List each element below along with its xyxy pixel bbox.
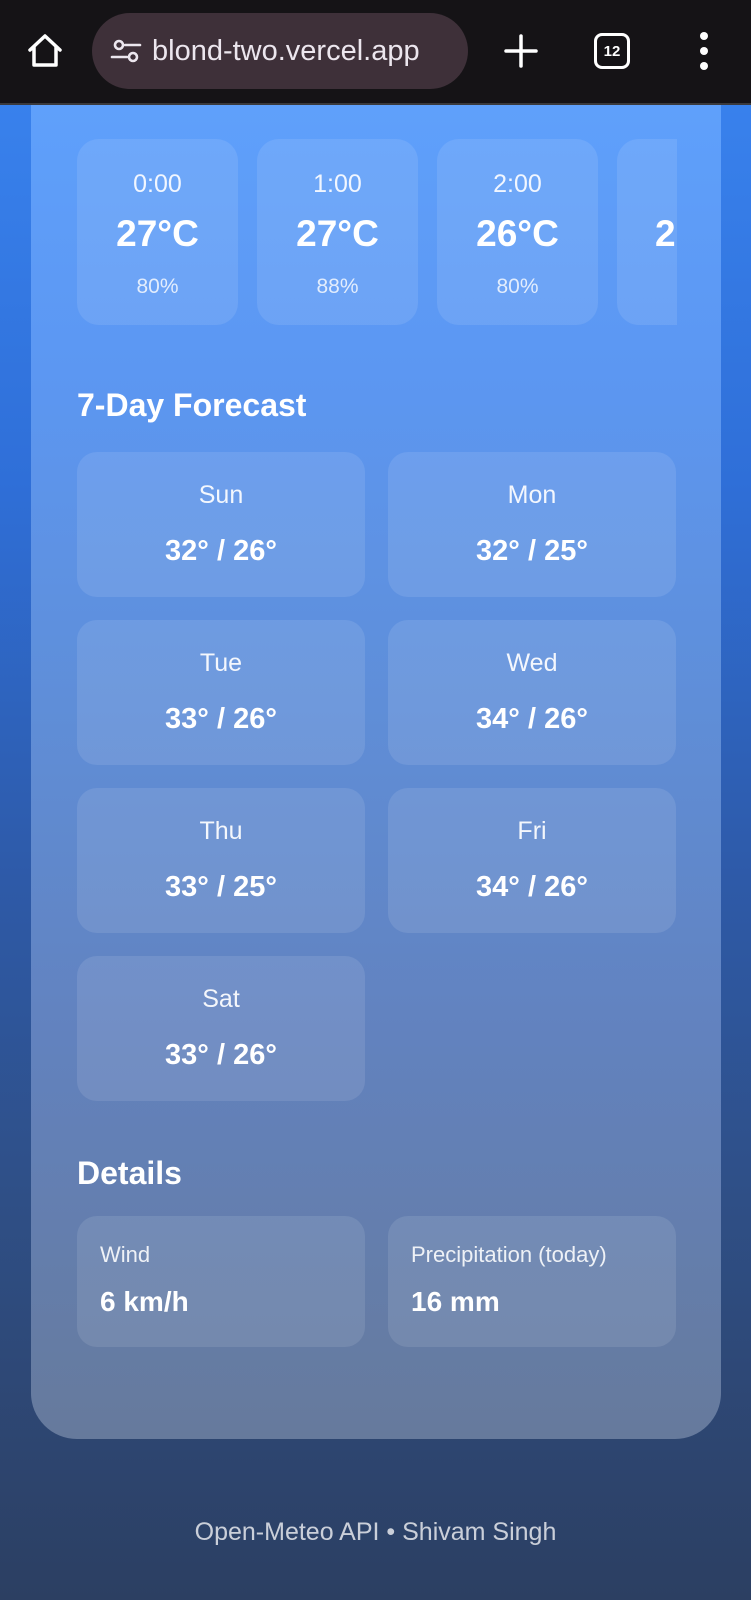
hourly-forecast-strip[interactable]: 0:00 27°C 80% 1:00 27°C 88% 2:00 26°C 80… [77, 139, 677, 325]
hour-temp: 27°C [296, 213, 379, 254]
day-card: Tue 33° / 26° [77, 620, 365, 765]
day-card: Fri 34° / 26° [388, 788, 676, 933]
wind-value: 6 km/h [100, 1286, 189, 1317]
day-temps: 34° / 26° [476, 871, 588, 903]
day-card: Thu 33° / 25° [77, 788, 365, 933]
forecast-title: 7-Day Forecast [77, 387, 307, 423]
day-name: Thu [199, 817, 243, 845]
browser-toolbar: blond-two.vercel.app 12 [0, 0, 751, 105]
day-card: Wed 34° / 26° [388, 620, 676, 765]
day-temps: 34° / 26° [476, 703, 588, 735]
day-temps: 33° / 26° [165, 1039, 277, 1071]
hour-temp: 27°C [116, 213, 199, 254]
day-card: Sat 33° / 26° [77, 956, 365, 1101]
hour-time: 2:00 [493, 170, 542, 198]
hour-card: 0:00 27°C 80% [77, 139, 238, 325]
wind-card: Wind 6 km/h [77, 1216, 365, 1347]
hour-time: 1:00 [313, 170, 362, 198]
new-tab-button[interactable] [496, 26, 546, 76]
day-name: Mon [507, 481, 557, 509]
more-vert-icon[interactable] [688, 28, 720, 74]
day-temps: 32° / 26° [165, 535, 277, 567]
hour-time: 0:00 [133, 170, 182, 198]
precipitation-value: 16 mm [411, 1286, 500, 1317]
hour-card: 2 [617, 139, 677, 325]
day-temps: 33° / 26° [165, 703, 277, 735]
weather-card: 0:00 27°C 80% 1:00 27°C 88% 2:00 26°C 80… [31, 105, 721, 1439]
wind-label: Wind [100, 1242, 151, 1267]
hour-humidity: 88% [316, 275, 359, 298]
hour-temp: 26°C [476, 213, 559, 254]
tab-count: 12 [603, 42, 621, 60]
day-name: Sat [202, 985, 240, 1013]
day-name: Tue [199, 649, 243, 677]
home-button[interactable] [22, 28, 68, 74]
hour-humidity: 80% [496, 275, 539, 298]
day-name: Wed [506, 649, 558, 677]
address-bar[interactable]: blond-two.vercel.app [92, 13, 468, 89]
details-title: Details [77, 1155, 182, 1191]
day-temps: 33° / 25° [165, 871, 277, 903]
hour-temp: 2 [655, 213, 676, 254]
plus-icon [504, 34, 538, 68]
precipitation-card: Precipitation (today) 16 mm [388, 1216, 676, 1347]
hour-humidity: 80% [136, 275, 179, 298]
precipitation-label: Precipitation (today) [411, 1242, 607, 1267]
day-card: Mon 32° / 25° [388, 452, 676, 597]
day-card: Sun 32° / 26° [77, 452, 365, 597]
url-text: blond-two.vercel.app [152, 34, 420, 67]
home-icon [28, 34, 62, 67]
day-name: Fri [517, 817, 547, 845]
day-temps: 32° / 25° [476, 535, 588, 567]
footer-credits: Open-Meteo API • Shivam Singh [194, 1518, 557, 1546]
day-name: Sun [198, 481, 244, 509]
tabs-icon[interactable]: 12 [594, 33, 630, 69]
site-settings-icon[interactable] [108, 33, 144, 69]
hour-card: 2:00 26°C 80% [437, 139, 598, 325]
hour-card: 1:00 27°C 88% [257, 139, 418, 325]
